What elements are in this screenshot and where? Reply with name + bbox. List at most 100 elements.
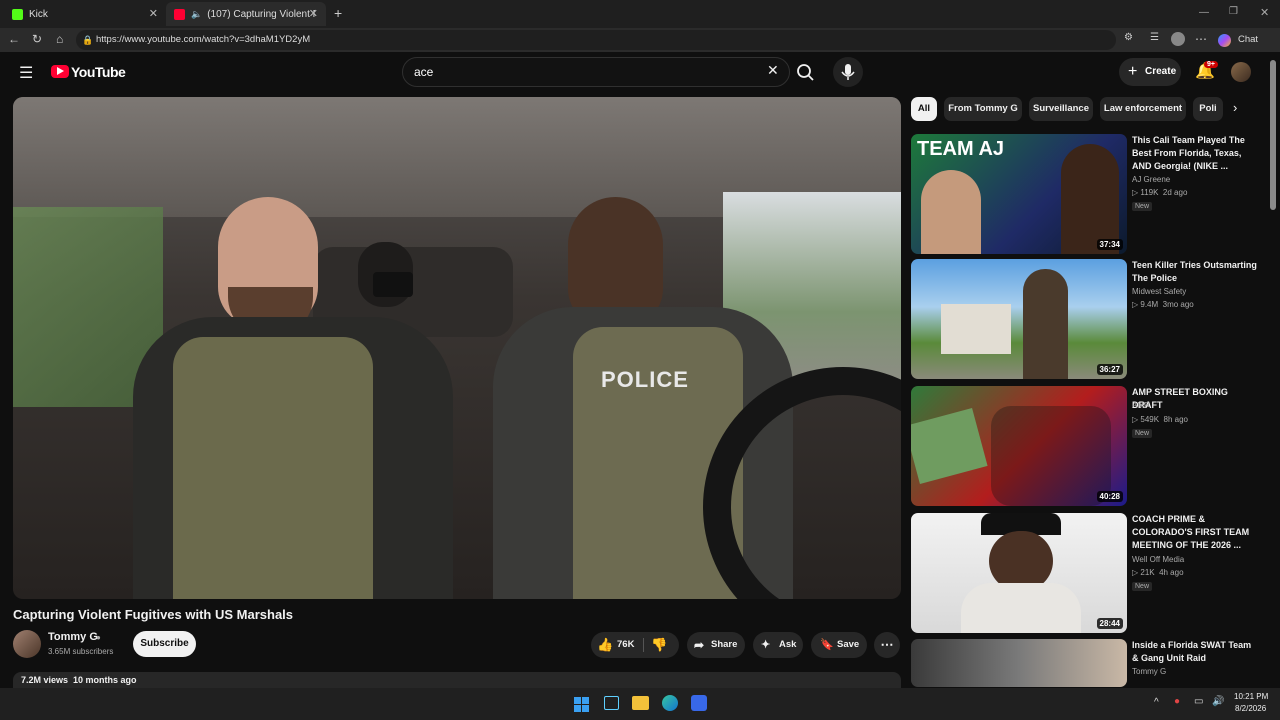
video-player[interactable]: POLICE (13, 97, 901, 599)
file-explorer-icon[interactable] (632, 696, 649, 710)
video-title[interactable]: COACH PRIME & COLORADO'S FIRST TEAM MEET… (1132, 513, 1260, 552)
chip-from-channel[interactable]: From Tommy G (944, 97, 1022, 121)
close-window-icon[interactable]: ✕ (1260, 6, 1269, 19)
thumbnail-money (911, 407, 988, 485)
close-tab-icon[interactable]: ✕ (149, 7, 158, 20)
channel-name[interactable]: Midwest Safety (1132, 287, 1186, 296)
video-duration: 40:28 (1096, 491, 1123, 502)
chevron-up-icon[interactable]: ^ (1154, 697, 1159, 708)
voice-search-button[interactable] (833, 57, 863, 87)
share-button[interactable]: ➦ Share (687, 632, 745, 658)
thumbnail-person (1023, 269, 1068, 379)
related-video[interactable]: TEAM AJ 37:34 This Cali Team Played The … (911, 134, 1261, 254)
clear-search-icon[interactable]: ✕ (767, 62, 779, 79)
subscribe-button[interactable]: Subscribe (133, 631, 196, 657)
video-thumbnail[interactable]: 36:27 (911, 259, 1127, 379)
chevron-right-icon[interactable]: › (1233, 100, 1237, 115)
lock-icon: 🔒 (82, 35, 94, 45)
video-thumbnail[interactable]: 40:28 (911, 386, 1127, 506)
hamburger-menu-icon[interactable]: ☰ (19, 63, 33, 83)
tab-label: Kick (29, 8, 48, 20)
tab-kick[interactable]: Kick ✕ (4, 2, 166, 26)
camera (373, 272, 413, 297)
verified-icon: ● (96, 633, 101, 642)
chip-surveillance[interactable]: Surveillance (1029, 97, 1093, 121)
task-view-icon[interactable] (604, 696, 619, 710)
chip-law-enforcement[interactable]: Law enforcement (1100, 97, 1186, 121)
home-icon[interactable]: ⌂ (56, 32, 63, 46)
clock-date[interactable]: 8/2/2026 (1235, 704, 1266, 713)
account-avatar[interactable] (1231, 62, 1251, 82)
more-actions-icon[interactable]: ⋯ (874, 632, 900, 658)
search-input[interactable]: ace (402, 57, 790, 87)
thumbnail-text: TEAM AJ (917, 138, 1005, 160)
video-thumbnail[interactable]: TEAM AJ 37:34 (911, 134, 1127, 254)
address-bar-row: ← ↻ ⌂ 🔒 https://www.youtube.com/watch?v=… (0, 28, 1280, 52)
create-button[interactable]: + Create (1119, 58, 1181, 86)
chat-label[interactable]: Chat (1238, 34, 1258, 45)
thumbs-up-icon[interactable]: 👍 (597, 632, 613, 658)
browser-tab-bar: Kick ✕ 🔈 (107) Capturing Violent Fugiti … (0, 0, 1280, 28)
related-video[interactable]: Inside a Florida SWAT Team & Gang Unit R… (911, 639, 1261, 687)
thumbnail-house (941, 304, 1011, 354)
thumbnail-person (1061, 144, 1119, 254)
back-icon[interactable]: ← (8, 32, 20, 46)
edge-browser-icon[interactable] (662, 695, 678, 711)
extensions-icon[interactable]: ⚙ (1124, 32, 1133, 43)
app-icon[interactable] (691, 695, 707, 711)
volume-icon[interactable]: 🔊 (1212, 696, 1224, 707)
ask-button[interactable]: ✦ Ask (753, 632, 803, 658)
youtube-logo-text[interactable]: YouTube (71, 64, 126, 80)
upload-date: 10 months ago (73, 675, 137, 685)
chip-politics[interactable]: Poli (1193, 97, 1223, 121)
video-title[interactable]: Inside a Florida SWAT Team & Gang Unit R… (1132, 639, 1260, 665)
minimize-icon[interactable]: — (1199, 7, 1209, 18)
thumbnail-person (989, 531, 1053, 591)
related-video[interactable]: 40:28 AMP STREET BOXING DRAFT AMP ▷ 549K… (911, 386, 1261, 506)
plus-icon: + (1128, 63, 1138, 80)
microphone-tray-icon[interactable]: ● (1174, 696, 1180, 707)
refresh-icon[interactable]: ↻ (32, 32, 42, 46)
save-button[interactable]: 🔖 Save (811, 632, 867, 658)
chip-all[interactable]: All (911, 97, 937, 121)
clock-time[interactable]: 10:21 PM (1234, 692, 1268, 701)
view-count: 7.2M views (21, 675, 69, 685)
url-field[interactable]: 🔒 https://www.youtube.com/watch?v=3dhaM1… (76, 30, 1116, 50)
channel-name[interactable]: AMP (1132, 401, 1149, 410)
channel-name[interactable]: AJ Greene (1132, 175, 1170, 184)
video-title[interactable]: Teen Killer Tries Outsmarting The Police (1132, 259, 1260, 285)
video-thumbnail[interactable] (911, 639, 1127, 687)
like-count[interactable]: 76K (617, 632, 634, 658)
thumbnail-shirt (961, 583, 1081, 633)
description-box[interactable]: 7.2M views 10 months ago (13, 672, 901, 688)
collections-icon[interactable]: ☰ (1150, 32, 1159, 43)
related-video[interactable]: 28:44 COACH PRIME & COLORADO'S FIRST TEA… (911, 513, 1261, 633)
officer-left-vest (173, 337, 373, 599)
more-menu-icon[interactable]: ⋯ (1195, 32, 1207, 46)
video-title[interactable]: This Cali Team Played The Best From Flor… (1132, 134, 1260, 173)
video-meta: ▷ 9.4M 3mo ago (1132, 300, 1194, 309)
new-tab-icon[interactable]: + (334, 5, 342, 21)
related-video[interactable]: 36:27 Teen Killer Tries Outsmarting The … (911, 259, 1261, 379)
search-button[interactable] (790, 57, 822, 87)
youtube-logo-icon[interactable] (51, 65, 69, 78)
video-thumbnail[interactable]: 28:44 (911, 513, 1127, 633)
tab-youtube[interactable]: 🔈 (107) Capturing Violent Fugiti ✕ (166, 2, 326, 26)
profile-avatar[interactable] (1171, 32, 1185, 46)
windows-start-icon[interactable] (574, 697, 589, 712)
close-tab-icon[interactable]: ✕ (309, 7, 318, 20)
video-meta: ▷ 21K 4h ago (1132, 568, 1184, 577)
new-badge: New (1132, 582, 1153, 591)
channel-name[interactable]: Tommy G (1132, 667, 1166, 676)
youtube-header: ☰ YouTube ace ✕ + Create 🔔 9+ (0, 52, 1280, 92)
channel-name[interactable]: Well Off Media (1132, 555, 1184, 564)
speaker-icon[interactable]: 🔈 (191, 9, 202, 20)
page-scrollbar[interactable] (1270, 60, 1276, 210)
channel-name[interactable]: Tommy G (48, 631, 98, 643)
maximize-icon[interactable]: ❐ (1229, 6, 1238, 17)
copilot-icon[interactable] (1218, 34, 1231, 47)
channel-avatar[interactable] (13, 630, 41, 658)
thumbs-down-icon[interactable]: 👎 (651, 632, 667, 658)
network-icon[interactable]: ▭ (1194, 696, 1203, 707)
video-title[interactable]: AMP STREET BOXING DRAFT (1132, 386, 1260, 412)
